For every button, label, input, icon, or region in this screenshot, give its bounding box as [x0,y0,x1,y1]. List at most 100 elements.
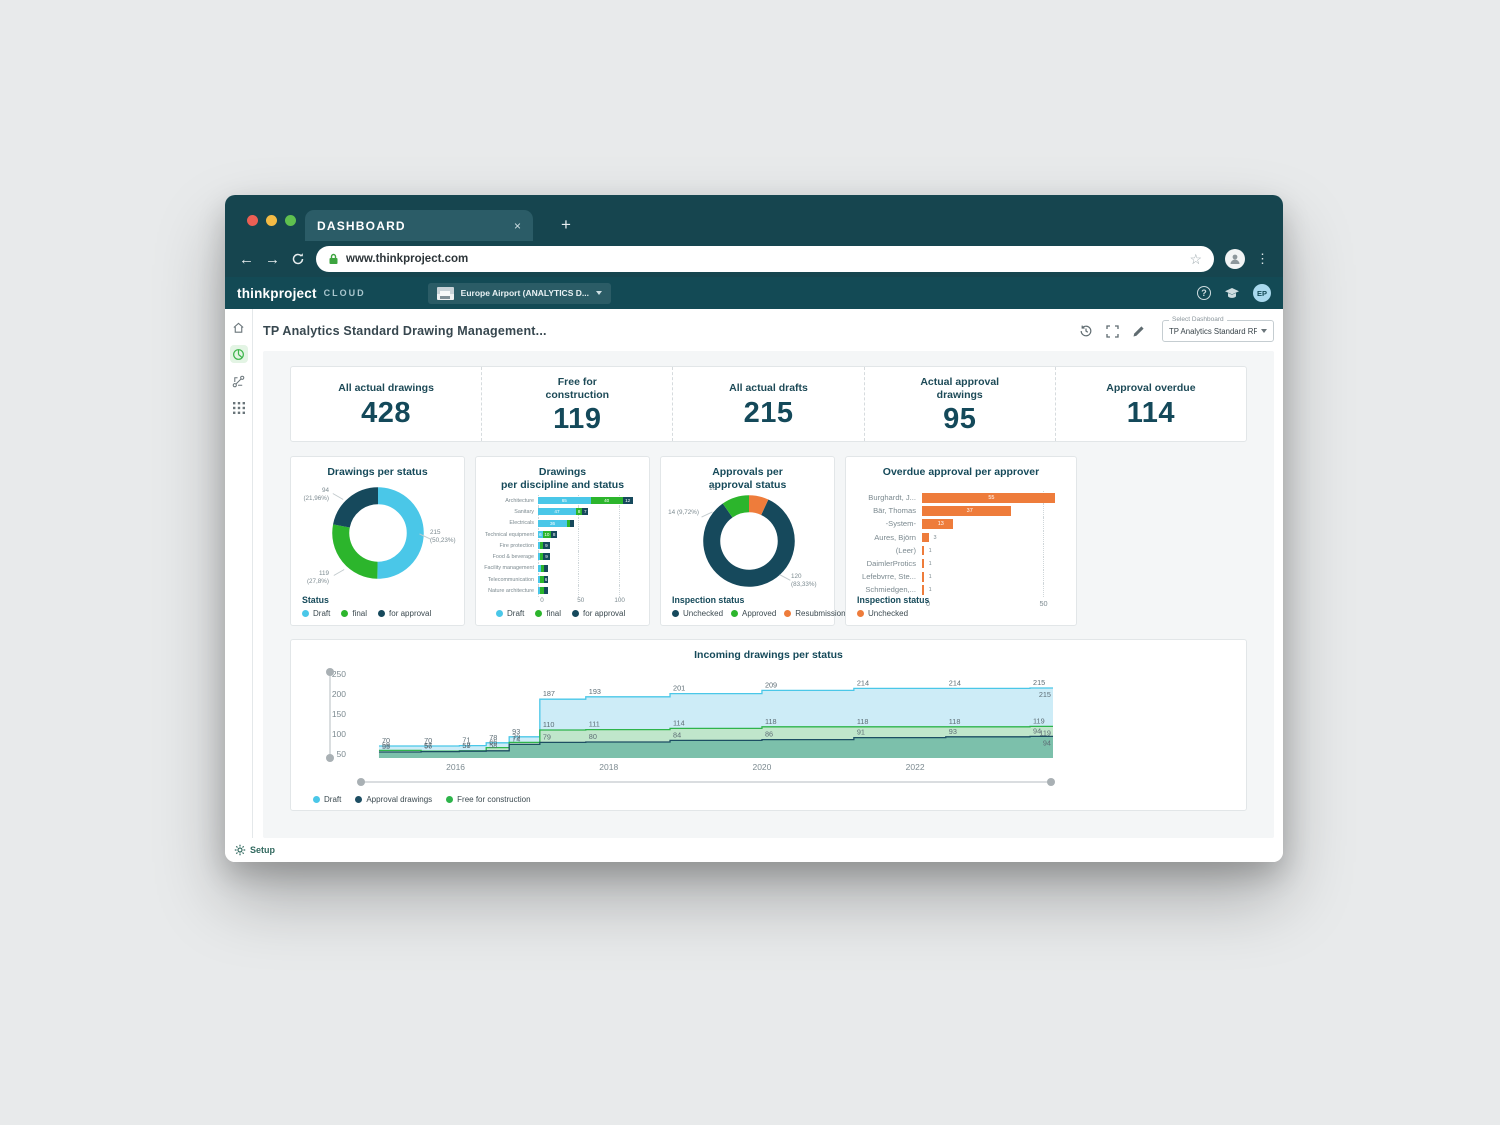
svg-text:110: 110 [543,720,555,729]
x-range-slider-handle[interactable] [1047,778,1055,786]
forward-icon[interactable]: → [265,252,280,267]
bar[interactable] [922,533,929,543]
bar[interactable] [922,585,924,595]
sidebar-item-workflows[interactable] [230,372,248,390]
new-tab-button[interactable]: + [561,215,571,235]
svg-text:2020: 2020 [752,762,771,772]
reload-icon[interactable] [291,252,305,266]
category-label: Lefebvrre, Ste... [856,572,922,581]
y-range-slider-handle[interactable] [326,754,334,762]
brand-suffix: CLOUD [324,288,366,298]
bar-row-burghardt-j-[interactable]: Burghardt, J...55 [856,491,1062,504]
close-window-button[interactable] [247,215,258,226]
page-title: TP Analytics Standard Drawing Management… [263,324,547,338]
bar-segment[interactable]: 12 [623,497,633,504]
bar-value: 3 [933,535,936,541]
bar-segment[interactable] [570,520,574,527]
bar-segment[interactable] [544,587,548,594]
area-chart[interactable]: 5010015020025070707178931871932012092142… [296,662,1071,790]
back-icon[interactable]: ← [239,252,254,267]
brand-logo: thinkproject [237,286,317,301]
bar-row--system-[interactable]: -System-13 [856,517,1062,530]
user-avatar[interactable]: EP [1253,284,1271,302]
url-input[interactable]: www.thinkproject.com ☆ [316,246,1214,272]
bar-segment[interactable]: 36 [538,520,567,527]
category-label: Nature architecture [484,588,538,594]
bar-row--leer-[interactable]: (Leer)1 [856,544,1062,557]
donut-chart[interactable] [703,495,795,587]
bar-row-food-&-beverage[interactable]: Food & beverage9 [484,551,639,562]
setup-link[interactable]: Setup [250,845,275,855]
browser-tab[interactable]: DASHBOARD × [305,210,533,241]
legend-dot [302,610,309,617]
sidebar-item-apps[interactable] [230,399,248,417]
bar[interactable] [922,572,924,582]
donut-segment-for-approval[interactable] [341,496,378,526]
donut-segment-approved[interactable] [728,504,749,511]
y-range-slider-handle[interactable] [326,668,334,676]
donut-segment-unchecked[interactable] [712,507,787,578]
bar-segment[interactable]: 8 [551,531,557,538]
bar-segment[interactable]: 65 [538,497,591,504]
bar-row-electricals[interactable]: Electricals36 [484,518,639,529]
approver-bars[interactable]: Burghardt, J...55Bär, Thomas37-System-13… [856,491,1062,609]
project-selector[interactable]: Europe Airport (ANALYTICS D... [428,283,611,304]
donut-segment-final[interactable] [341,526,378,570]
bar-segment[interactable]: 6 [544,576,549,583]
bar-segment[interactable]: 9 [543,542,550,549]
bar[interactable] [922,559,924,569]
svg-text:100: 100 [332,729,346,739]
minimize-window-button[interactable] [266,215,277,226]
bar-segment[interactable]: 7 [582,508,588,515]
sidebar-item-dashboard[interactable] [230,345,248,363]
chart-drawings-per-status: Drawings per status 215(50,23%) 119(27,8… [290,456,465,626]
bar-segment[interactable] [544,565,548,572]
bar-row-sanitary[interactable]: Sanitary4787 [484,506,639,517]
bar-row-b-r-thomas[interactable]: Bär, Thomas37 [856,504,1062,517]
history-icon[interactable] [1079,324,1093,338]
category-label: Schmiedgen,... [856,585,922,594]
browser-menu-icon[interactable]: ⋮ [1256,251,1269,267]
bar-row-aures-bj-rn[interactable]: Aures, Björn3 [856,531,1062,544]
bar-row-fire-protection[interactable]: Fire protection9 [484,540,639,551]
bar-row-technical-equipment[interactable]: Technical equipment6108 [484,529,639,540]
category-label: -System- [856,519,922,528]
donut-chart[interactable] [332,487,424,579]
dashboard-select[interactable]: Select Dashboard TP Analytics Standard R… [1162,320,1274,342]
bar-row-telecommunication[interactable]: Telecommunication6 [484,574,639,585]
sidebar [225,309,253,838]
bar-segment[interactable]: 10 [543,531,551,538]
x-range-slider-handle[interactable] [357,778,365,786]
help-icon[interactable]: ? [1197,286,1211,300]
segment-label: 10 [709,485,716,493]
donut-segment-draft[interactable] [377,496,415,571]
bar-row-nature-architecture[interactable]: Nature architecture [484,585,639,596]
gear-icon[interactable] [234,844,246,856]
browser-profile-avatar[interactable] [1225,249,1245,269]
bar-row-daimlerprotics[interactable]: DaimlerProtics1 [856,557,1062,570]
discipline-bars[interactable]: Architecture654012Sanitary4787Electrical… [484,495,639,607]
bar-row-facility-management[interactable]: Facility management [484,563,639,574]
bar-segment[interactable]: 9 [543,553,550,560]
bar-segment[interactable]: 47 [538,508,576,515]
fullscreen-icon[interactable] [1106,325,1119,338]
svg-text:111: 111 [589,720,600,729]
tab-close-icon[interactable]: × [514,219,521,233]
bar-value: 37 [967,508,973,514]
bookmark-star-icon[interactable]: ☆ [1189,251,1202,268]
x-tick: 100 [614,597,625,604]
bar[interactable] [922,546,924,556]
sidebar-item-home[interactable] [230,318,248,336]
kpi-all-actual-drafts: All actual drafts 215 [673,367,864,441]
bar-row-architecture[interactable]: Architecture654012 [484,495,639,506]
bar-segment[interactable]: 40 [591,497,623,504]
svg-text:201: 201 [673,684,685,693]
maximize-window-button[interactable] [285,215,296,226]
window-controls[interactable] [247,215,296,226]
donut-segment-resubmission[interactable] [749,504,765,507]
edit-pencil-icon[interactable] [1132,325,1145,338]
legend-dot [731,610,738,617]
browser-address-bar: ← → www.thinkproject.com ☆ ⋮ [225,241,1283,277]
bar-row-lefebvrre-ste-[interactable]: Lefebvrre, Ste...1 [856,570,1062,583]
academy-icon[interactable] [1224,287,1240,300]
